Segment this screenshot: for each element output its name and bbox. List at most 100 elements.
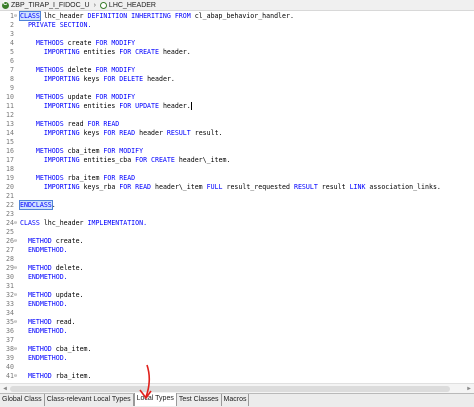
code-line[interactable]: 3 — [0, 30, 474, 39]
line-number: 35 — [6, 318, 14, 326]
keyword-token: IMPORTING — [43, 156, 80, 164]
code-line[interactable]: 28 — [0, 255, 474, 264]
line-number: 38 — [6, 345, 14, 353]
tab-macros[interactable]: Macros — [221, 394, 250, 406]
code-line[interactable]: 31 — [0, 282, 474, 291]
breadcrumb-item[interactable]: ZBP_TIRAP_I_FIDOC_U — [2, 1, 90, 9]
code-line[interactable]: 9 — [0, 84, 474, 93]
fold-toggle-icon[interactable]: ⊖ — [14, 219, 19, 228]
code-token: entities_cba — [79, 156, 136, 164]
code-token: result — [317, 183, 350, 191]
code-editor[interactable]: 1 ⊖ CLASS lhc_header DEFINITION INHERITING… — [0, 11, 474, 393]
code-line[interactable]: 17 IMPORTING entities_cba FOR CREATE hea… — [0, 156, 474, 165]
code-line[interactable]: 7 METHODS delete FOR MODIFY — [0, 66, 474, 75]
keyword-token: METHODS — [35, 147, 64, 155]
keyword-token: IMPORTING — [43, 75, 80, 83]
scrollbar-thumb[interactable] — [10, 386, 450, 392]
horizontal-scrollbar[interactable]: ◀ ▶ — [0, 383, 474, 393]
keyword-token: IMPORTING — [43, 183, 80, 191]
scroll-left-icon[interactable]: ◀ — [1, 385, 9, 393]
breadcrumb-item[interactable]: LHC_HEADER — [99, 1, 156, 9]
code-token: keys_rba — [79, 183, 120, 191]
code-line[interactable]: 40 — [0, 363, 474, 372]
tab-test-classes[interactable]: Test Classes — [176, 394, 222, 406]
keyword-token: CLASS — [19, 11, 41, 21]
code-line[interactable]: 27 ENDMETHOD. — [0, 246, 474, 255]
line-number: 24 — [6, 219, 14, 227]
fold-toggle-icon[interactable]: ⊖ — [14, 318, 19, 327]
fold-toggle-icon[interactable]: ⊖ — [14, 12, 19, 21]
code-line[interactable]: 1 ⊖ CLASS lhc_header DEFINITION INHERITING… — [0, 11, 474, 21]
keyword-token: FOR READ — [103, 129, 136, 137]
code-line[interactable]: 33 ENDMETHOD. — [0, 300, 474, 309]
scroll-right-icon[interactable]: ▶ — [465, 385, 473, 393]
keyword-token: FOR CREATE — [119, 48, 159, 56]
code-line[interactable]: 32 ⊖ METHOD update. — [0, 291, 474, 300]
code-token: . — [51, 201, 56, 209]
keyword-token: METHODS — [35, 174, 64, 182]
code-token: create. — [51, 237, 84, 245]
code-line[interactable]: 34 — [0, 309, 474, 318]
tab-class-relevant-local-types[interactable]: Class-relevant Local Types — [44, 394, 134, 406]
code-line[interactable]: 37 — [0, 336, 474, 345]
code-line[interactable]: 24 ⊖ CLASS lhc_header IMPLEMENTATION. — [0, 219, 474, 228]
code-line[interactable]: 26 ⊖ METHOD create. — [0, 237, 474, 246]
line-number: 1 — [10, 12, 14, 20]
tab-global-class[interactable]: Global Class — [0, 394, 45, 406]
code-line[interactable]: 19 METHODS rba_item FOR READ — [0, 174, 474, 183]
code-line[interactable]: 10 METHODS update FOR MODIFY — [0, 93, 474, 102]
code-line[interactable]: 35 ⊖ METHOD read. — [0, 318, 474, 327]
code-text: PRIVATE SECTION. — [20, 21, 92, 30]
tab-local-types[interactable]: Local Types — [133, 393, 177, 406]
code-token: result. — [190, 129, 223, 137]
code-line[interactable]: 11 IMPORTING entities FOR UPDATE header. — [0, 102, 474, 111]
code-line[interactable]: 29 ⊖ METHOD delete. — [0, 264, 474, 273]
line-number: 34 — [6, 309, 14, 317]
code-text: IMPORTING entities_cba FOR CREATE header… — [20, 156, 231, 165]
breadcrumb: ZBP_TIRAP_I_FIDOC_U› LHC_HEADER — [0, 0, 474, 11]
code-line[interactable]: 25 — [0, 228, 474, 237]
code-line[interactable]: 36 ENDMETHOD. — [0, 327, 474, 336]
keyword-token: METHODS — [35, 39, 64, 47]
line-number: 13 — [6, 120, 14, 128]
keyword-token: ENDMETHOD. — [27, 354, 68, 362]
code-text: METHOD read. — [20, 318, 76, 327]
code-line[interactable]: 15 — [0, 138, 474, 147]
code-line[interactable]: 38 ⊖ METHOD cba_item. — [0, 345, 474, 354]
fold-toggle-icon[interactable]: ⊖ — [14, 372, 19, 381]
code-text: ENDMETHOD. — [20, 300, 68, 309]
code-line[interactable]: 18 — [0, 165, 474, 174]
code-line[interactable]: 2 PRIVATE SECTION. — [0, 21, 474, 30]
code-line[interactable]: 12 — [0, 111, 474, 120]
keyword-token: LINK — [349, 183, 366, 191]
code-line[interactable]: 5 IMPORTING entities FOR CREATE header. — [0, 48, 474, 57]
code-line[interactable]: 23 — [0, 210, 474, 219]
code-token: keys — [79, 75, 104, 83]
code-text: ENDMETHOD. — [20, 354, 68, 363]
keyword-token: FOR READ — [119, 183, 152, 191]
keyword-token: METHOD — [27, 291, 52, 299]
fold-toggle-icon[interactable]: ⊖ — [14, 291, 19, 300]
code-line[interactable]: 30 ENDMETHOD. — [0, 273, 474, 282]
keyword-token: FOR CREATE — [135, 156, 175, 164]
code-line[interactable]: 20 IMPORTING keys_rba FOR READ header\_i… — [0, 183, 474, 192]
code-line[interactable]: 41 ⊖ METHOD rba_item. — [0, 372, 474, 381]
code-text: METHODS rba_item FOR READ — [20, 174, 135, 183]
fold-toggle-icon[interactable]: ⊖ — [14, 264, 19, 273]
fold-toggle-icon[interactable]: ⊖ — [14, 237, 19, 246]
line-number: 18 — [6, 165, 14, 173]
line-number: 19 — [6, 174, 14, 182]
code-line[interactable]: 14 IMPORTING keys FOR READ header RESULT… — [0, 129, 474, 138]
code-line[interactable]: 22 ENDCLASS. — [0, 200, 474, 210]
code-line[interactable]: 21 — [0, 192, 474, 201]
breadcrumb-label: ZBP_TIRAP_I_FIDOC_U — [11, 1, 90, 9]
fold-toggle-icon[interactable]: ⊖ — [14, 345, 19, 354]
code-line[interactable]: 16 METHODS cba_item FOR MODIFY — [0, 147, 474, 156]
code-line[interactable]: 39 ENDMETHOD. — [0, 354, 474, 363]
code-line[interactable]: 8 IMPORTING keys FOR DELETE header. — [0, 75, 474, 84]
code-line[interactable]: 13 METHODS read FOR READ — [0, 120, 474, 129]
code-line[interactable]: 6 — [0, 57, 474, 66]
code-line[interactable]: 4 METHODS create FOR MODIFY — [0, 39, 474, 48]
